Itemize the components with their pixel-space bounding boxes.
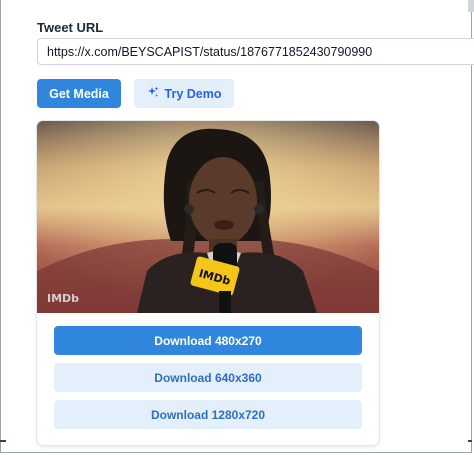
download-1280x720-button[interactable]: Download 1280x720 bbox=[54, 400, 362, 429]
media-preview[interactable]: IMDb IMDb bbox=[37, 121, 379, 313]
imdb-watermark: IMDb bbox=[47, 292, 79, 305]
tweet-url-input[interactable] bbox=[37, 38, 474, 65]
media-card: IMDb IMDb Download 480x270 Download 640x… bbox=[37, 121, 379, 445]
get-media-button[interactable]: Get Media bbox=[37, 79, 121, 108]
frame-corner-mark bbox=[0, 440, 6, 442]
sparkles-icon bbox=[147, 86, 159, 101]
frame-corner-mark bbox=[468, 440, 472, 442]
scrollbar-fragment[interactable] bbox=[468, 0, 474, 12]
download-480x270-button[interactable]: Download 480x270 bbox=[54, 326, 362, 355]
tweet-url-label: Tweet URL bbox=[37, 20, 104, 35]
video-thumbnail: IMDb IMDb bbox=[37, 121, 379, 313]
try-demo-button[interactable]: Try Demo bbox=[134, 79, 234, 108]
download-640x360-button[interactable]: Download 640x360 bbox=[54, 363, 362, 392]
try-demo-label: Try Demo bbox=[164, 86, 222, 101]
